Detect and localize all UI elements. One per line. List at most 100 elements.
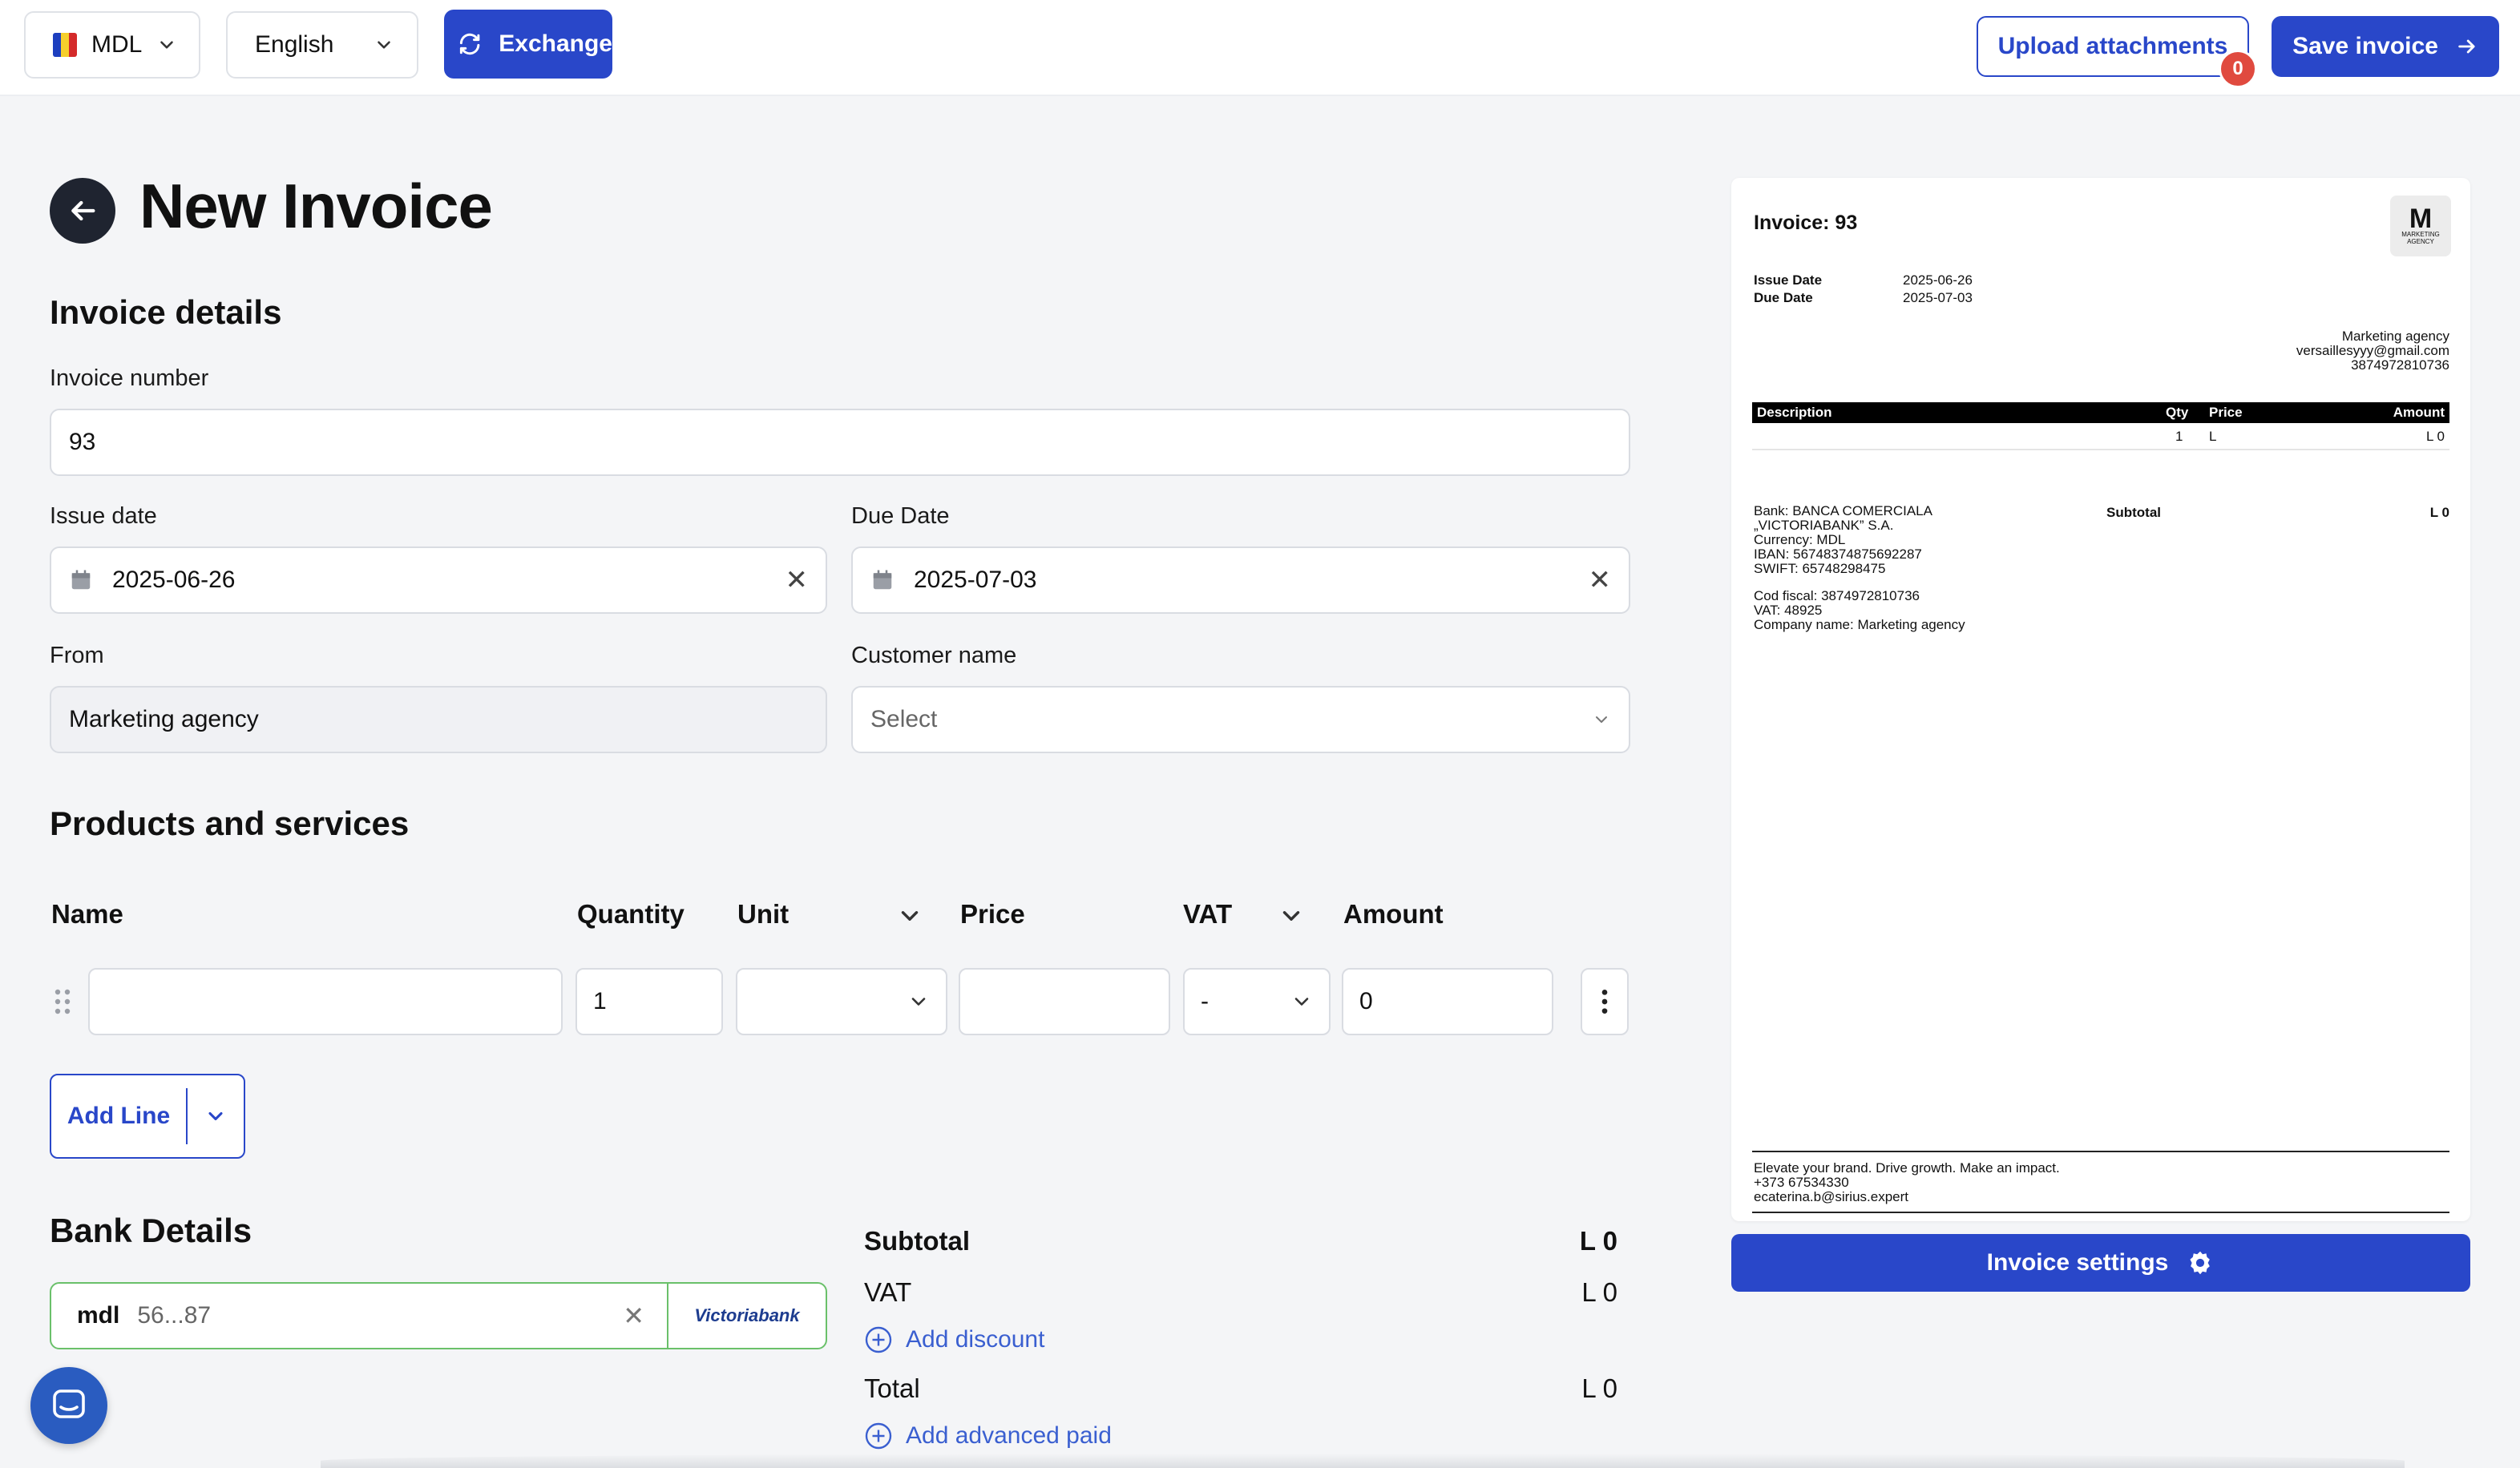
more-vertical-icon bbox=[1601, 990, 1608, 1014]
clear-bank-icon[interactable]: ✕ bbox=[623, 1301, 644, 1331]
col-price-header: Price bbox=[960, 899, 1025, 929]
col-unit-header: Unit bbox=[737, 899, 790, 929]
preview-bank-line-1: Bank: BANCA COMERCIALA bbox=[1754, 503, 1932, 518]
preview-subtotal-value: L 0 bbox=[2429, 505, 2449, 520]
invoice-preview: Invoice: 93 M MARKETING AGENCY Issue Dat… bbox=[1731, 178, 2470, 1221]
preview-col-amount: Amount bbox=[2393, 405, 2445, 420]
back-button[interactable] bbox=[50, 178, 115, 244]
subtotal-row: Subtotal L 0 bbox=[864, 1226, 1617, 1256]
preview-bank-line-4: IBAN: 56748374875692287 bbox=[1754, 546, 1922, 562]
preview-fiscal-line-3: Company name: Marketing agency bbox=[1754, 617, 1965, 632]
chevron-down-icon bbox=[160, 41, 174, 49]
preview-col-description: Description bbox=[1757, 405, 1832, 420]
bank-account-selector[interactable]: mdl 56...87 ✕ Victoriabank bbox=[50, 1282, 827, 1349]
add-line-button[interactable]: Add Line bbox=[50, 1074, 245, 1159]
invoice-number-value: 93 bbox=[69, 429, 96, 455]
arrow-right-icon bbox=[2458, 39, 2475, 54]
preview-company-name: Marketing agency bbox=[2341, 329, 2449, 344]
preview-subtotal-label: Subtotal bbox=[2106, 505, 2161, 520]
add-advanced-paid-label: Add advanced paid bbox=[906, 1422, 1112, 1449]
exchange-label: Exchange bbox=[499, 30, 612, 57]
add-discount-link[interactable]: Add discount bbox=[864, 1325, 1044, 1354]
invoice-number-field[interactable]: 93 bbox=[50, 409, 1630, 476]
preview-bank-line-2: „VICTORIABANK” S.A. bbox=[1754, 518, 1894, 533]
from-label: From bbox=[50, 643, 104, 668]
company-logo: M MARKETING AGENCY bbox=[2390, 196, 2451, 256]
exchange-button[interactable]: Exchange bbox=[444, 10, 612, 79]
preview-table-row: 1 L L 0 bbox=[1752, 426, 2449, 450]
line-name-input[interactable] bbox=[88, 968, 563, 1035]
clear-issue-date-icon[interactable]: ✕ bbox=[785, 564, 809, 596]
plus-circle-icon bbox=[865, 1422, 892, 1450]
line-price-input[interactable] bbox=[959, 968, 1170, 1035]
moldova-flag-icon bbox=[53, 33, 77, 57]
col-amount-header: Amount bbox=[1343, 899, 1444, 929]
chat-widget-button[interactable] bbox=[30, 1367, 107, 1444]
preview-company-email: versaillesyyy@gmail.com bbox=[2296, 343, 2449, 358]
chevron-down-icon bbox=[911, 998, 926, 1006]
preview-row-price: L bbox=[2209, 429, 2217, 444]
line-amount-value: 0 bbox=[1359, 988, 1373, 1014]
line-quantity-value: 1 bbox=[593, 988, 607, 1014]
line-quantity-input[interactable]: 1 bbox=[575, 968, 723, 1035]
line-vat-value: - bbox=[1201, 988, 1209, 1014]
vat-value: L 0 bbox=[1581, 1277, 1617, 1307]
plus-circle-icon bbox=[865, 1326, 892, 1353]
bottom-scroll-shadow bbox=[321, 1454, 2405, 1468]
calendar-icon bbox=[71, 570, 91, 590]
upload-attachments-button[interactable]: Upload attachments bbox=[1977, 16, 2249, 77]
add-advanced-paid-link[interactable]: Add advanced paid bbox=[864, 1422, 1112, 1450]
total-label: Total bbox=[864, 1373, 920, 1403]
arrow-left-icon bbox=[71, 200, 95, 221]
col-vat-header: VAT bbox=[1183, 899, 1233, 929]
total-row: Total L 0 bbox=[864, 1373, 1617, 1404]
subtotal-label: Subtotal bbox=[864, 1226, 970, 1256]
preview-due-value: 2025-07-03 bbox=[1903, 290, 1973, 305]
add-line-options-button[interactable] bbox=[188, 1105, 244, 1127]
preview-footer-rule-top bbox=[1752, 1151, 2449, 1152]
preview-row-amount: L 0 bbox=[2425, 429, 2445, 444]
preview-bank-line-5: SWIFT: 65748298475 bbox=[1754, 561, 1886, 576]
preview-bank-line-3: Currency: MDL bbox=[1754, 532, 1846, 547]
preview-row-qty: 1 bbox=[2175, 429, 2183, 444]
unit-column-chevron-icon[interactable] bbox=[896, 902, 923, 930]
language-selector[interactable]: English bbox=[226, 11, 418, 79]
due-date-field[interactable]: 2025-07-03 ✕ bbox=[851, 546, 1630, 614]
calendar-icon bbox=[873, 570, 892, 590]
due-date-value: 2025-07-03 bbox=[914, 567, 1037, 593]
save-invoice-button[interactable]: Save invoice bbox=[2272, 16, 2499, 77]
total-value: L 0 bbox=[1581, 1373, 1617, 1403]
chevron-down-icon bbox=[1596, 716, 1607, 723]
line-more-button[interactable] bbox=[1581, 968, 1629, 1035]
preview-company-code: 3874972810736 bbox=[2351, 357, 2449, 373]
invoice-settings-label: Invoice settings bbox=[1986, 1249, 2169, 1276]
gear-icon bbox=[2190, 1251, 2211, 1275]
top-bar: MDL English Exchange Upload attachments … bbox=[0, 0, 2520, 96]
from-field: Marketing agency bbox=[50, 686, 827, 753]
customer-name-label: Customer name bbox=[851, 643, 1017, 668]
vat-column-chevron-icon[interactable] bbox=[1278, 902, 1305, 930]
invoice-settings-button[interactable]: Invoice settings bbox=[1731, 1234, 2470, 1292]
line-vat-select[interactable]: - bbox=[1183, 968, 1331, 1035]
logo-letter: M bbox=[2409, 204, 2433, 234]
issue-date-field[interactable]: 2025-06-26 ✕ bbox=[50, 546, 827, 614]
preview-fiscal-line-1: Cod fiscal: 3874972810736 bbox=[1754, 588, 1920, 603]
customer-select[interactable]: Select bbox=[851, 686, 1630, 753]
vat-label: VAT bbox=[864, 1277, 912, 1307]
chevron-down-icon bbox=[1294, 998, 1309, 1006]
attachments-count-badge: 0 bbox=[2219, 50, 2257, 88]
drag-handle-icon[interactable] bbox=[51, 986, 74, 1018]
clear-due-date-icon[interactable]: ✕ bbox=[1589, 564, 1612, 596]
chevron-down-icon bbox=[208, 1111, 223, 1121]
line-amount-field[interactable]: 0 bbox=[1342, 968, 1553, 1035]
line-unit-select[interactable] bbox=[736, 968, 947, 1035]
preview-table-header: Description Qty Price Amount bbox=[1752, 402, 2449, 423]
language-label: English bbox=[255, 31, 334, 58]
currency-selector[interactable]: MDL bbox=[24, 11, 200, 79]
victoriabank-logo: Victoriabank bbox=[667, 1284, 826, 1348]
page-title: New Invoice bbox=[139, 171, 493, 241]
chevron-down-icon bbox=[378, 41, 391, 49]
vat-row: VAT L 0 bbox=[864, 1277, 1617, 1308]
preview-due-label: Due Date bbox=[1754, 290, 1813, 305]
refresh-icon bbox=[459, 33, 480, 55]
